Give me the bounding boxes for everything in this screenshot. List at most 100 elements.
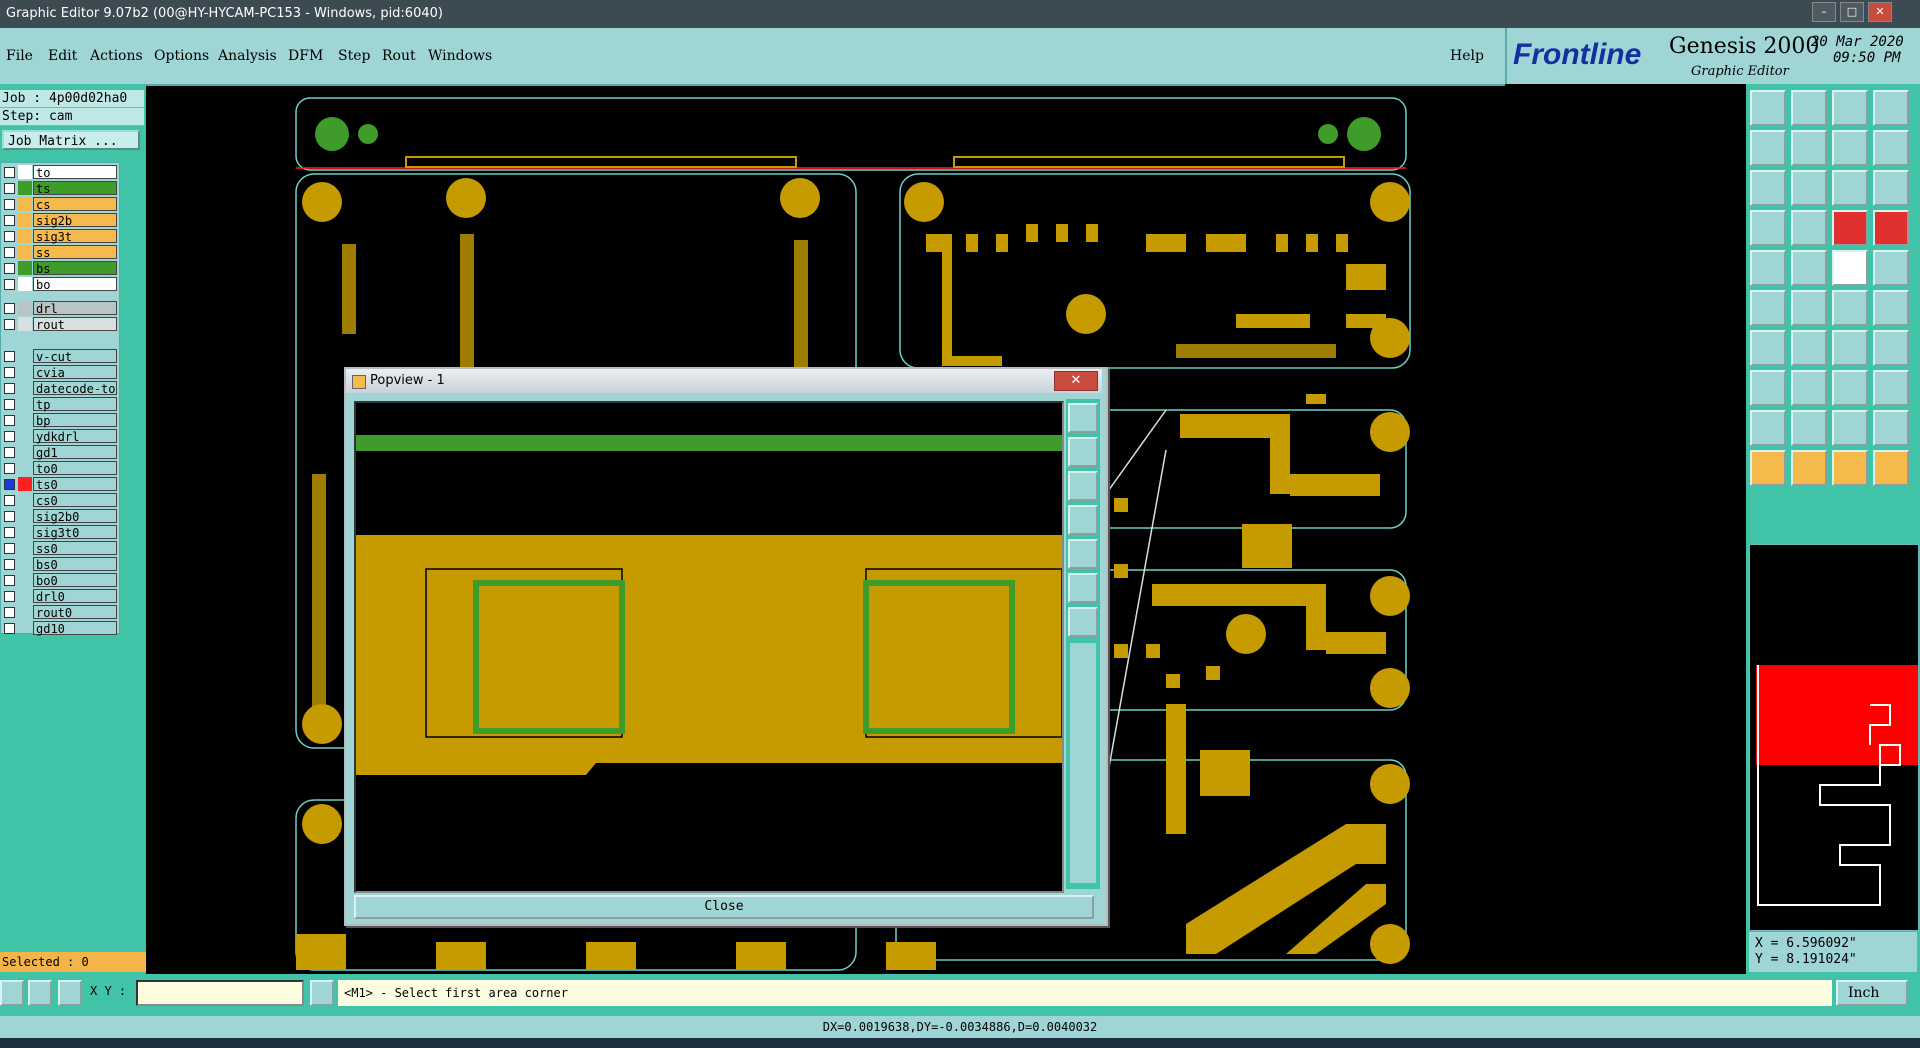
menu-edit[interactable]: Edit [48,48,77,64]
menu-rout[interactable]: Rout [382,48,416,64]
layer-checkbox[interactable] [4,279,15,290]
layer-color-swatch[interactable] [18,381,32,395]
redo-icon[interactable] [1873,130,1909,166]
layer-checkbox[interactable] [4,447,15,458]
layer-row[interactable]: bo [1,277,119,292]
layer-name[interactable]: v-cut [33,349,117,364]
pad-icon[interactable] [1750,250,1786,286]
layer-row[interactable]: ss0 [1,541,119,556]
layer-row[interactable]: sig2b0 [1,509,119,524]
layer-row[interactable]: drl [1,301,119,316]
layer-color-swatch[interactable] [18,229,32,243]
layer-checkbox[interactable] [4,319,15,330]
layer-checkbox[interactable] [4,367,15,378]
layer-checkbox[interactable] [4,527,15,538]
draw-angle-icon[interactable] [1791,330,1827,366]
layer-name[interactable]: drl0 [33,589,117,604]
window-icon[interactable] [1873,90,1909,126]
layer-color-swatch[interactable] [18,573,32,587]
zoom-in-icon[interactable] [1750,130,1786,166]
layer-name[interactable]: bs [33,261,117,276]
layer-checkbox[interactable] [4,511,15,522]
layer-checkbox[interactable] [4,495,15,506]
popview-zoom-in-icon[interactable] [1068,437,1098,467]
layer-checkbox[interactable] [4,575,15,586]
layer-color-swatch[interactable] [18,525,32,539]
overview-map[interactable] [1749,544,1919,931]
layer-row[interactable]: drl0 [1,589,119,604]
layer-name[interactable]: drl [33,301,117,316]
layer-color-swatch[interactable] [18,493,32,507]
minus-icon[interactable] [1791,370,1827,406]
layer-name[interactable]: ts0 [33,477,117,492]
layer-color-swatch[interactable] [18,365,32,379]
zoom-out-icon[interactable] [1791,130,1827,166]
layer-row[interactable]: cs [1,197,119,212]
layer-color-swatch[interactable] [18,349,32,363]
triangle-icon[interactable] [1750,410,1786,446]
info-icon[interactable] [310,980,334,1006]
layer-row[interactable]: sig2b [1,213,119,228]
help-icon[interactable] [1873,170,1909,206]
layer-row[interactable]: to0 [1,461,119,476]
layer-checkbox[interactable] [4,167,15,178]
layer-row[interactable]: ts [1,181,119,196]
popview-title-bar[interactable]: Popview - 1 ✕ [346,369,1102,393]
undo-icon[interactable] [1832,130,1868,166]
popview-close-button[interactable]: Close [354,895,1094,919]
menu-actions[interactable]: Actions [90,48,143,64]
layer-checkbox[interactable] [4,591,15,602]
layer-name[interactable]: to [33,165,117,180]
layer-row[interactable]: gd1 [1,445,119,460]
layer-color-swatch[interactable] [18,557,32,571]
popview-fit-icon[interactable] [1068,573,1098,603]
layer-row[interactable]: sig3t [1,229,119,244]
flip-icon[interactable] [1873,330,1909,366]
layer-color-swatch[interactable] [18,197,32,211]
triangle4-icon[interactable] [1873,410,1909,446]
connect-icon[interactable] [1750,290,1786,326]
layer-name[interactable]: sig3t [33,229,117,244]
layer-color-swatch[interactable] [18,429,32,443]
node-icon[interactable] [1873,290,1909,326]
triangle3-icon[interactable] [1832,410,1868,446]
pointer3-icon[interactable] [1832,450,1868,486]
layer-checkbox[interactable] [4,543,15,554]
layer-color-swatch[interactable] [18,541,32,555]
menu-help[interactable]: Help [1450,48,1484,64]
cross-icon[interactable] [1791,290,1827,326]
fit-icon[interactable] [1750,170,1786,206]
layer-checkbox[interactable] [4,431,15,442]
snap-red2-icon[interactable] [1873,210,1909,246]
layer-name[interactable]: sig2b [33,213,117,228]
popview-zoom-home-icon[interactable] [1068,403,1098,433]
home-icon[interactable] [1832,90,1868,126]
layer-checkbox[interactable] [4,463,15,474]
move-icon[interactable] [1832,370,1868,406]
layer-checkbox[interactable] [4,607,15,618]
layer-color-swatch[interactable] [18,509,32,523]
menu-options[interactable]: Options [154,48,209,64]
layer-color-swatch[interactable] [18,245,32,259]
grid-icon[interactable] [58,980,82,1006]
popview-zoom-out-icon[interactable] [1068,471,1098,501]
layer-color-swatch[interactable] [18,181,32,195]
layer-row[interactable]: rout [1,317,119,332]
layer-checkbox[interactable] [4,351,15,362]
layer-checkbox[interactable] [4,623,15,634]
menu-windows[interactable]: Windows [428,48,492,64]
layer-color-swatch[interactable] [18,589,32,603]
layer-name[interactable]: cs0 [33,493,117,508]
select-area-icon[interactable] [1750,370,1786,406]
popview-close-icon[interactable]: ✕ [1054,371,1098,391]
layer-name[interactable]: rout [33,317,117,332]
layer-row[interactable]: to [1,165,119,180]
layer-name[interactable]: to0 [33,461,117,476]
layer-checkbox[interactable] [4,479,15,490]
layer-row[interactable]: ydkdrl [1,429,119,444]
layer-row[interactable]: gd10 [1,621,119,636]
save-icon[interactable] [1791,90,1827,126]
measure-icon[interactable] [1750,210,1786,246]
layer-name[interactable]: gd1 [33,445,117,460]
layer-name[interactable]: ss [33,245,117,260]
